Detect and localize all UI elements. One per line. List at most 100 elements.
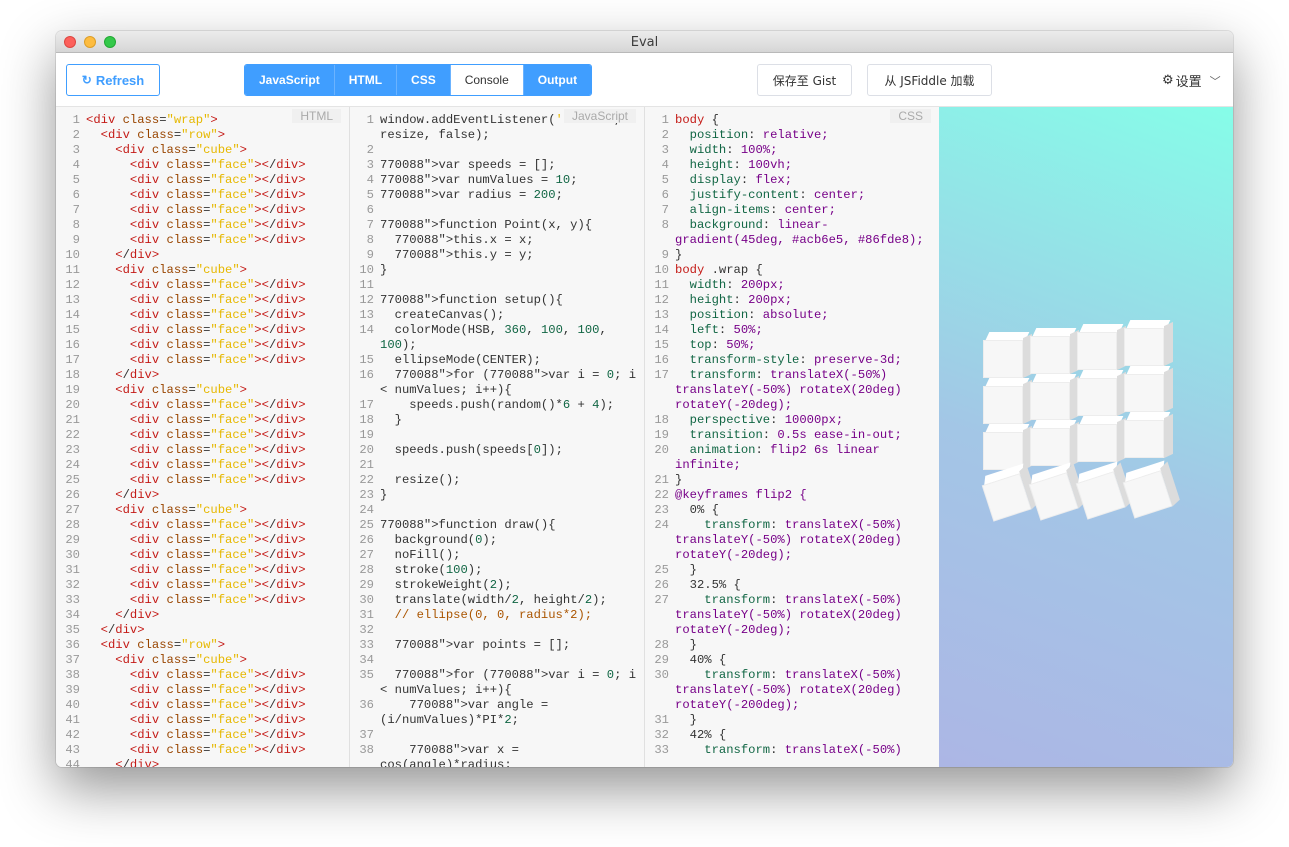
- js-code-line: 5 770088">var radius = 200;: [350, 188, 644, 203]
- line-number: 21: [654, 473, 669, 487]
- tab-html[interactable]: HTML: [334, 65, 398, 95]
- line-text: [380, 623, 644, 638]
- js-code-line: 36 770088">var angle = (i/numValues)*PI*…: [350, 698, 644, 728]
- css-code-line: 31 }: [645, 713, 939, 728]
- refresh-button[interactable]: ↻ Refresh: [66, 64, 160, 96]
- line-number: 3: [72, 143, 80, 157]
- css-code-line: 28 }: [645, 638, 939, 653]
- line-number: 4: [366, 173, 374, 187]
- html-code-line: 27 <div class="cube">: [56, 503, 349, 518]
- line-text: 770088">var radius = 200;: [380, 188, 563, 202]
- line-number: 1: [366, 113, 374, 127]
- css-code[interactable]: 1 body {2 position: relative; 3 width: 100…: [645, 113, 939, 758]
- line-text: <div class="face"></div>: [129, 413, 306, 427]
- javascript-code[interactable]: 1window.addEventListener('resize', resiz…: [350, 113, 644, 767]
- html-code-line: 22 <div class="face"></div>: [56, 428, 349, 443]
- js-code-line: 24: [350, 503, 644, 518]
- css-code-line: 20 animation: flip2 6s linear infinite;: [645, 443, 939, 473]
- html-code-line: 42 <div class="face"></div>: [56, 728, 349, 743]
- line-text: </div>: [115, 368, 160, 382]
- html-code-line: 34 </div>: [56, 608, 349, 623]
- line-text: <div class="face"></div>: [129, 428, 306, 442]
- settings-menu[interactable]: ⚙ 设置 ﹀: [1162, 71, 1221, 90]
- cube-face: [1077, 424, 1117, 462]
- cube: [1124, 412, 1173, 459]
- html-editor-pane[interactable]: HTML 1 <div class="wrap"> 2 <div class="ro…: [56, 107, 350, 767]
- js-code-line: 29 strokeWeight(2);: [350, 578, 644, 593]
- line-number: 29: [65, 533, 80, 547]
- css-code-line: 18 perspective: 10000px;: [645, 413, 939, 428]
- js-code-line: 8 770088">this.x = x;: [350, 233, 644, 248]
- line-number: 21: [359, 458, 374, 472]
- line-text: body .wrap {: [675, 263, 763, 277]
- tab-javascript[interactable]: JavaScript: [245, 65, 335, 95]
- html-code-line: 32 <div class="face"></div>: [56, 578, 349, 593]
- js-code-line: 23}: [350, 488, 644, 503]
- html-code-line: 41 <div class="face"></div>: [56, 713, 349, 728]
- line-text: strokeWeight(2);: [380, 578, 512, 592]
- cube-face: [1077, 332, 1117, 370]
- css-editor-pane[interactable]: CSS 1 body {2 position: relative; 3 width:…: [645, 107, 939, 767]
- window-title: Eval: [630, 35, 659, 50]
- line-text: transform: translateX(-50%) translateY(-…: [675, 368, 910, 412]
- line-number: 12: [654, 293, 669, 307]
- cube: [983, 378, 1032, 425]
- line-number: 5: [72, 173, 80, 187]
- css-code-line: 10 body .wrap {: [645, 263, 939, 278]
- line-text: background: linear-gradient(45deg, #acb6…: [675, 218, 924, 247]
- line-number: 18: [65, 368, 80, 382]
- tab-css[interactable]: CSS: [397, 65, 451, 95]
- html-code-line: 18 </div>: [56, 368, 349, 383]
- css-code-line: 12 height: 200px;: [645, 293, 939, 308]
- line-text: 770088">for (770088">var i = 0; i < numV…: [380, 368, 644, 397]
- html-code-line: 6 <div class="face"></div>: [56, 188, 349, 203]
- line-number: 10: [654, 263, 669, 277]
- tab-output[interactable]: Output: [523, 65, 592, 95]
- js-code-line: 19: [350, 428, 644, 443]
- line-number: 9: [72, 233, 80, 247]
- html-code-line: 21 <div class="face"></div>: [56, 413, 349, 428]
- cube: [983, 424, 1032, 471]
- cube: [1124, 366, 1173, 413]
- html-code-line: 17 <div class="face"></div>: [56, 353, 349, 368]
- line-text: <div class="cube">: [115, 653, 247, 667]
- html-code-line: 39 <div class="face"></div>: [56, 683, 349, 698]
- line-number: 23: [654, 503, 669, 517]
- line-text: createCanvas();: [380, 308, 505, 322]
- css-pane-label: CSS: [890, 109, 931, 123]
- css-code-line: 11 width: 200px;: [645, 278, 939, 293]
- line-number: 10: [359, 263, 374, 277]
- line-text: stroke(100);: [380, 563, 483, 577]
- toolbar: ↻ Refresh JavaScript HTML CSS Console Ou…: [56, 53, 1233, 107]
- js-code-line: 6: [350, 203, 644, 218]
- tab-console[interactable]: Console: [450, 65, 524, 95]
- html-code[interactable]: 1 <div class="wrap"> 2 <div class="row"> 3 …: [56, 113, 349, 767]
- line-text: <div class="face"></div>: [129, 293, 306, 307]
- line-number: 25: [359, 518, 374, 532]
- line-number: 1: [661, 113, 669, 127]
- line-text: 770088">var x = cos(angle)*radius;: [380, 743, 527, 767]
- javascript-editor-pane[interactable]: JavaScript 1window.addEventListener('res…: [350, 107, 645, 767]
- line-text: </div>: [115, 488, 160, 502]
- line-number: 30: [654, 668, 669, 682]
- line-text: 40% {: [675, 653, 727, 667]
- js-code-line: 11: [350, 278, 644, 293]
- js-code-line: 32: [350, 623, 644, 638]
- html-code-line: 28 <div class="face"></div>: [56, 518, 349, 533]
- html-code-line: 12 <div class="face"></div>: [56, 278, 349, 293]
- line-text: transform: translateX(-50%) translateY(-…: [675, 518, 910, 562]
- line-text: 32.5% {: [675, 578, 741, 592]
- line-text: <div class="face"></div>: [129, 323, 306, 337]
- js-code-line: 21: [350, 458, 644, 473]
- line-number: 26: [359, 533, 374, 547]
- load-from-jsfiddle-button[interactable]: 从 JSFiddle 加载: [867, 64, 992, 96]
- line-text: 42% {: [675, 728, 727, 742]
- line-number: 39: [65, 683, 80, 697]
- css-code-line: 15 top: 50%;: [645, 338, 939, 353]
- js-code-line: 30 translate(width/2, height/2);: [350, 593, 644, 608]
- save-to-gist-button[interactable]: 保存至 Gist: [757, 64, 852, 96]
- js-code-line: 16 770088">for (770088">var i = 0; i < n…: [350, 368, 644, 398]
- line-number: 12: [65, 278, 80, 292]
- line-number: 17: [65, 353, 80, 367]
- html-code-line: 9 <div class="face"></div>: [56, 233, 349, 248]
